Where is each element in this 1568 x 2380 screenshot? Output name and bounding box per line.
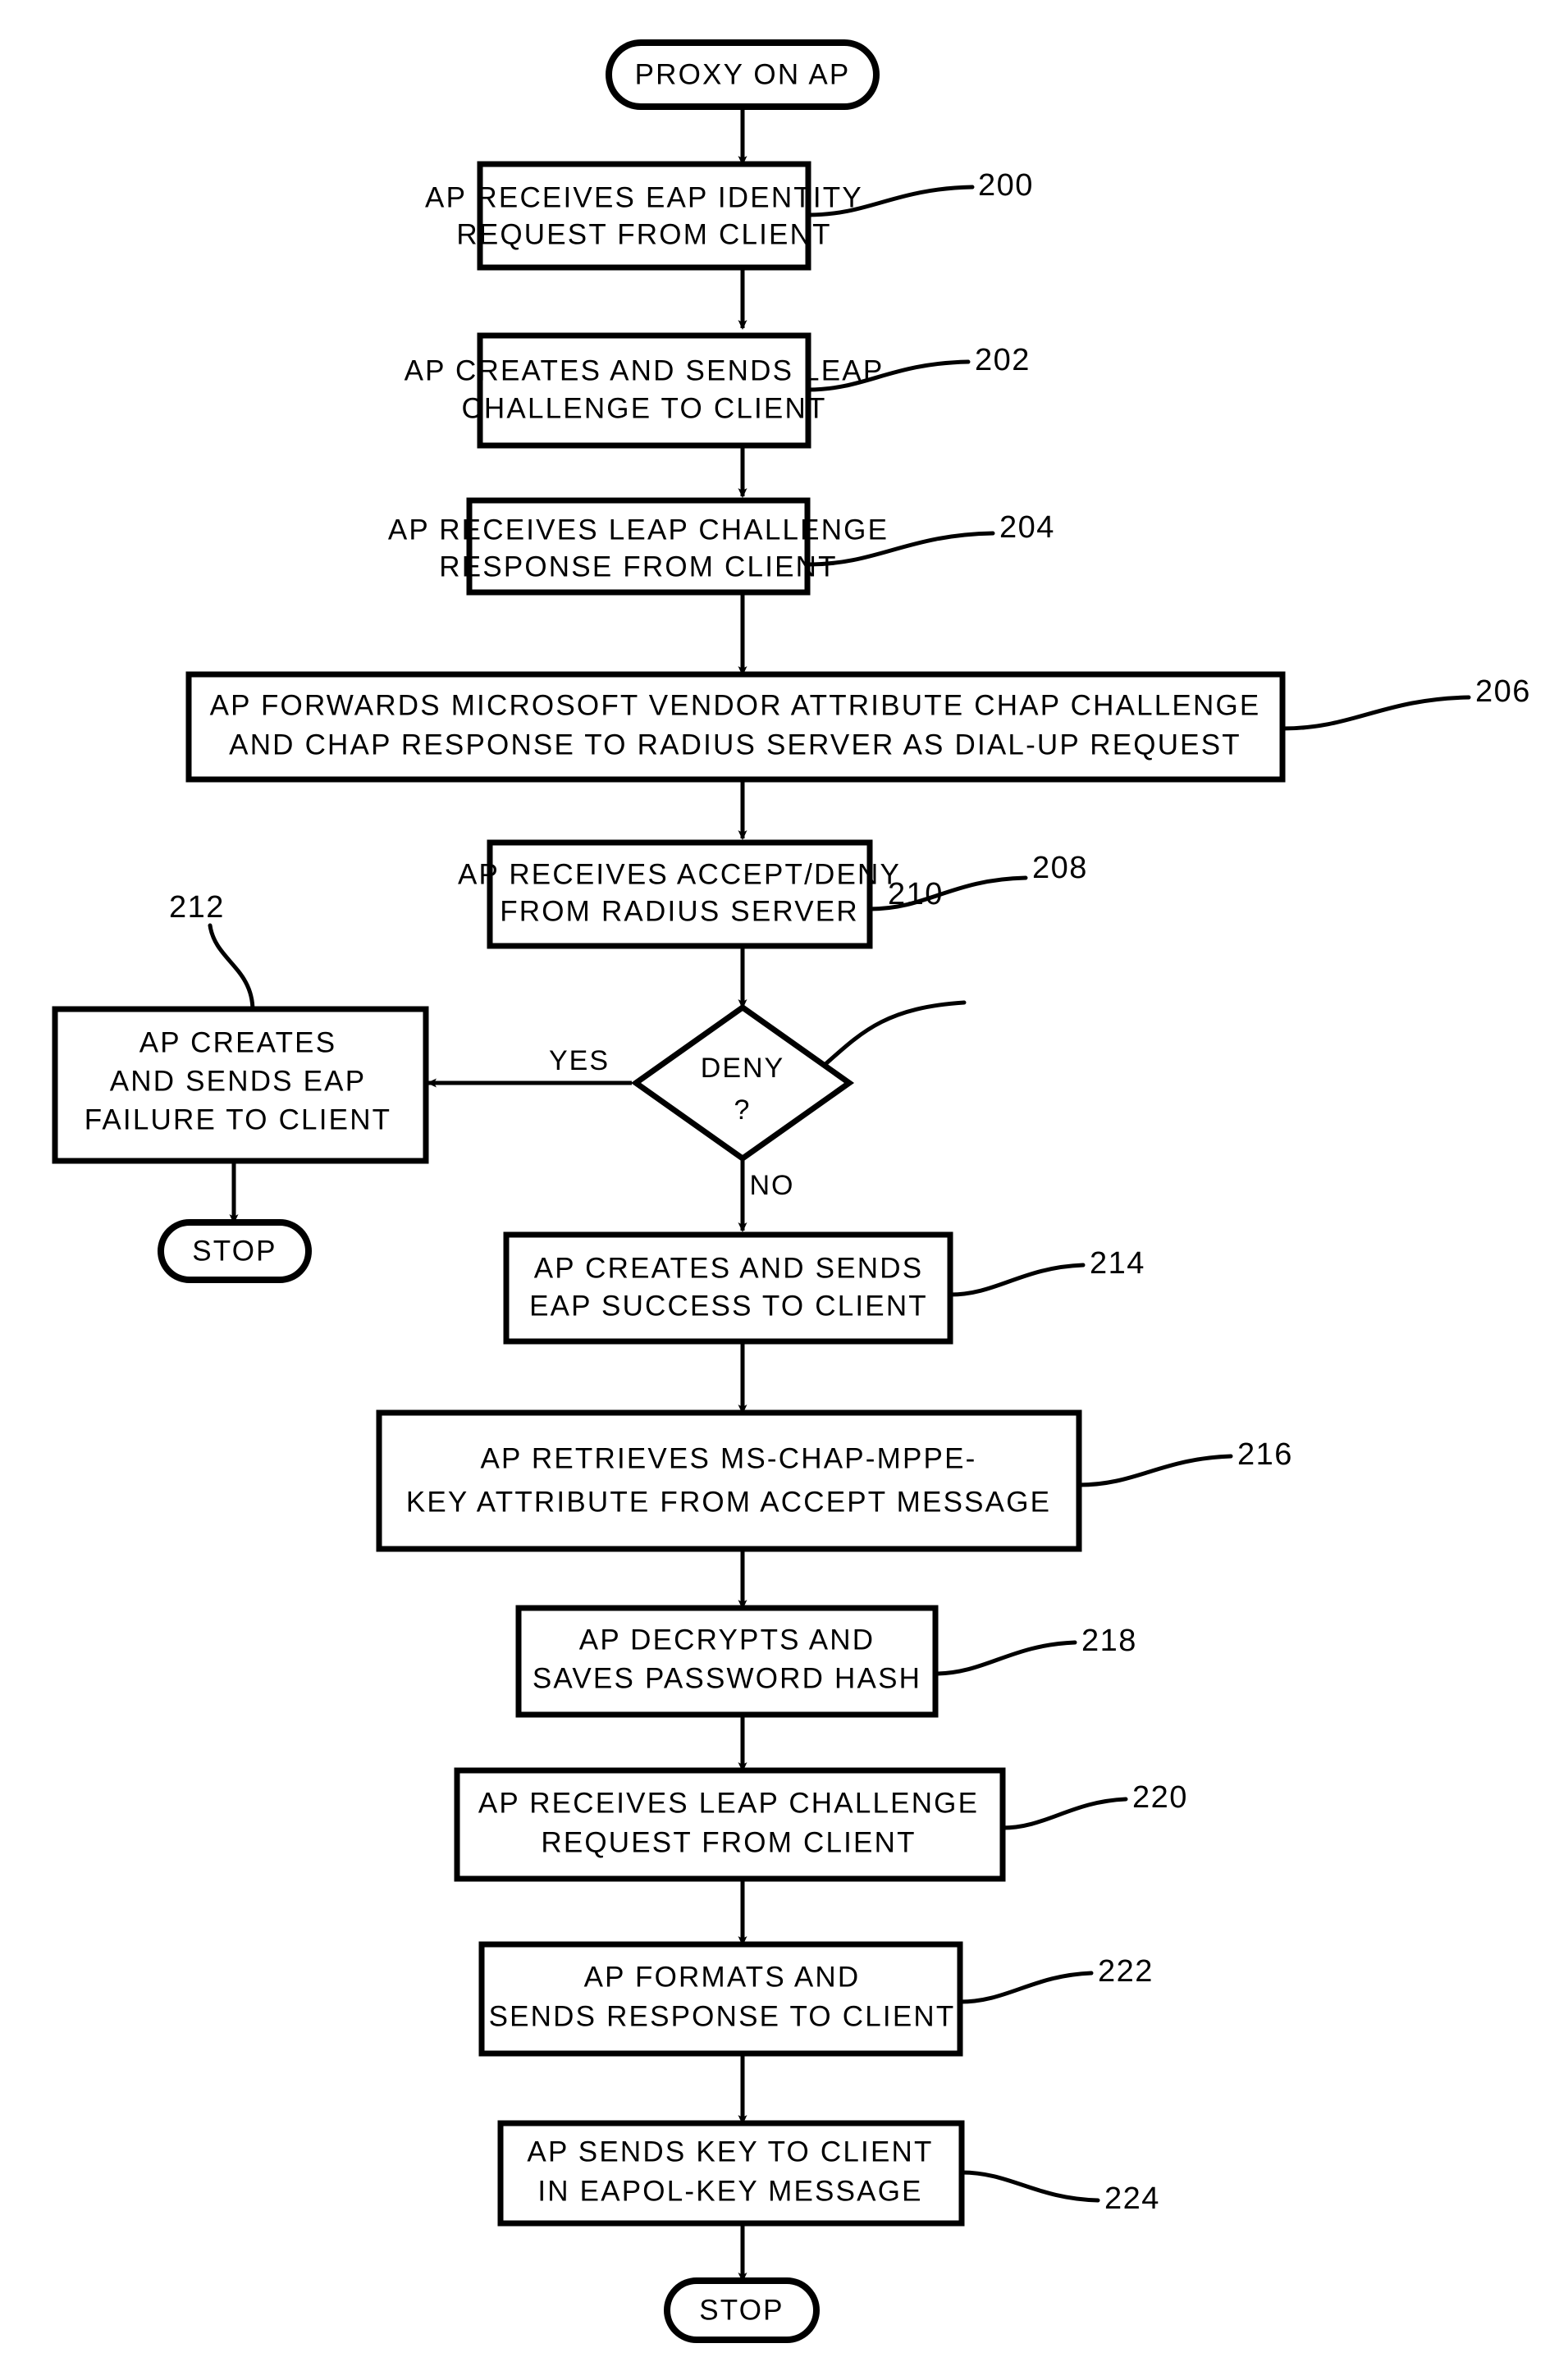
ref-numeral-202: 202 bbox=[975, 343, 1031, 377]
ref-numeral-212: 212 bbox=[169, 890, 225, 925]
stop-bottom-label: STOP bbox=[699, 2294, 784, 2326]
ref-numeral-218: 218 bbox=[1081, 1624, 1137, 1658]
ref-numeral-208: 208 bbox=[1032, 851, 1088, 885]
ref-numeral-210: 210 bbox=[888, 877, 944, 911]
box-212-line-2: AND SENDS EAP bbox=[110, 1065, 367, 1097]
start-terminator-label: PROXY ON AP bbox=[635, 58, 851, 90]
box-202-line-2: CHALLENGE TO CLIENT bbox=[461, 392, 826, 424]
edge-label-no: NO bbox=[750, 1170, 795, 1201]
box-200-shape bbox=[477, 161, 811, 271]
leader-216 bbox=[1077, 1454, 1233, 1487]
decision-210-line-2: ? bbox=[734, 1094, 752, 1126]
box-220-line-1: AP RECEIVES LEAP CHALLENGE bbox=[478, 1787, 979, 1819]
ref-numeral-206: 206 bbox=[1475, 674, 1531, 709]
box-208-line-2: FROM RADIUS SERVER bbox=[500, 895, 859, 927]
box-200-line-1: AP RECEIVES EAP IDENTITY bbox=[425, 181, 863, 213]
box-216-shape bbox=[376, 1409, 1082, 1552]
process-ap-receives-leap-challenge-response[interactable]: AP RECEIVES LEAP CHALLENGE RESPONSE FROM… bbox=[388, 497, 889, 596]
process-ap-forwards-microsoft-vendor-attribute[interactable]: AP FORWARDS MICROSOFT VENDOR ATTRIBUTE C… bbox=[185, 671, 1286, 783]
leader-222 bbox=[958, 1971, 1094, 2004]
decision-210-line-1: DENY bbox=[701, 1053, 784, 1084]
process-ap-creates-sends-eap-success[interactable]: AP CREATES AND SENDS EAP SUCCESS TO CLIE… bbox=[503, 1231, 953, 1345]
leader-210 bbox=[822, 1000, 967, 1067]
box-218-line-1: AP DECRYPTS AND bbox=[579, 1624, 875, 1656]
reference-leaders bbox=[208, 185, 1471, 2203]
box-212-line-1: AP CREATES bbox=[139, 1026, 337, 1058]
process-ap-decrypts-saves-password-hash[interactable]: AP DECRYPTS AND SAVES PASSWORD HASH bbox=[515, 1605, 939, 1718]
flowchart-canvas: PROXY ON AP AP RECEIVES EAP IDENTITY REQ… bbox=[52, 39, 1531, 2343]
box-214-shape bbox=[503, 1231, 953, 1345]
box-204-line-2: RESPONSE FROM CLIENT bbox=[439, 550, 837, 582]
start-terminator[interactable]: PROXY ON AP bbox=[606, 39, 880, 110]
box-224-line-1: AP SENDS KEY TO CLIENT bbox=[527, 2136, 933, 2168]
box-220-line-2: REQUEST FROM CLIENT bbox=[541, 1826, 916, 1858]
ref-numeral-224: 224 bbox=[1104, 2181, 1160, 2216]
box-216-line-2: KEY ATTRIBUTE FROM ACCEPT MESSAGE bbox=[406, 1486, 1051, 1518]
box-212-line-3: FAILURE TO CLIENT bbox=[85, 1103, 392, 1135]
stop-left-label: STOP bbox=[192, 1235, 277, 1267]
ref-numeral-220: 220 bbox=[1132, 1780, 1188, 1815]
box-218-line-2: SAVES PASSWORD HASH bbox=[533, 1662, 921, 1694]
box-208-line-1: AP RECEIVES ACCEPT/DENY bbox=[458, 858, 901, 890]
process-ap-sends-key-eapol[interactable]: AP SENDS KEY TO CLIENT IN EAPOL-KEY MESS… bbox=[497, 2120, 965, 2227]
ref-numeral-204: 204 bbox=[999, 510, 1055, 545]
box-202-shape bbox=[477, 332, 811, 449]
box-216-line-1: AP RETRIEVES MS-CHAP-MPPE- bbox=[481, 1442, 977, 1474]
box-222-line-1: AP FORMATS AND bbox=[584, 1961, 861, 1993]
box-206-line-1: AP FORWARDS MICROSOFT VENDOR ATTRIBUTE C… bbox=[210, 689, 1261, 721]
process-ap-retrieves-mppe-key-attribute[interactable]: AP RETRIEVES MS-CHAP-MPPE- KEY ATTRIBUTE… bbox=[376, 1409, 1082, 1552]
process-ap-receives-accept-deny[interactable]: AP RECEIVES ACCEPT/DENY FROM RADIUS SERV… bbox=[458, 839, 901, 949]
box-222-line-2: SENDS RESPONSE TO CLIENT bbox=[489, 2000, 956, 2032]
leader-224 bbox=[959, 2170, 1100, 2203]
process-ap-creates-sends-eap-failure[interactable]: AP CREATES AND SENDS EAP FAILURE TO CLIE… bbox=[52, 1006, 429, 1164]
ref-numeral-200: 200 bbox=[978, 168, 1034, 203]
box-202-line-1: AP CREATES AND SENDS LEAP bbox=[405, 354, 885, 386]
ref-numeral-216: 216 bbox=[1237, 1437, 1293, 1472]
flowchart-figure: PROXY ON AP AP RECEIVES EAP IDENTITY REQ… bbox=[0, 0, 1568, 2380]
box-214-line-1: AP CREATES AND SENDS bbox=[534, 1252, 924, 1284]
box-204-line-1: AP RECEIVES LEAP CHALLENGE bbox=[388, 514, 889, 546]
stop-terminator-final[interactable]: STOP bbox=[664, 2277, 820, 2343]
leader-218 bbox=[933, 1640, 1077, 1676]
process-ap-receives-eap-identity-request[interactable]: AP RECEIVES EAP IDENTITY REQUEST FROM CL… bbox=[425, 161, 863, 271]
decision-deny[interactable]: DENY ? bbox=[630, 1003, 855, 1163]
ref-numeral-214: 214 bbox=[1090, 1246, 1145, 1281]
box-200-line-2: REQUEST FROM CLIENT bbox=[456, 218, 831, 250]
box-224-line-2: IN EAPOL-KEY MESSAGE bbox=[537, 2175, 922, 2207]
box-214-line-2: EAP SUCCESS TO CLIENT bbox=[529, 1290, 928, 1322]
process-ap-receives-leap-challenge-request[interactable]: AP RECEIVES LEAP CHALLENGE REQUEST FROM … bbox=[454, 1767, 1006, 1882]
leader-212 bbox=[208, 923, 255, 1013]
edge-label-yes: YES bbox=[549, 1045, 610, 1076]
process-ap-formats-sends-response[interactable]: AP FORMATS AND SENDS RESPONSE TO CLIENT bbox=[478, 1941, 963, 2057]
stop-terminator-failure[interactable]: STOP bbox=[158, 1219, 312, 1283]
box-206-line-2: AND CHAP RESPONSE TO RADIUS SERVER AS DI… bbox=[229, 729, 1241, 761]
leader-220 bbox=[1000, 1797, 1128, 1830]
leader-214 bbox=[948, 1263, 1086, 1297]
ref-numeral-222: 222 bbox=[1098, 1954, 1154, 1989]
leader-206 bbox=[1280, 695, 1471, 731]
